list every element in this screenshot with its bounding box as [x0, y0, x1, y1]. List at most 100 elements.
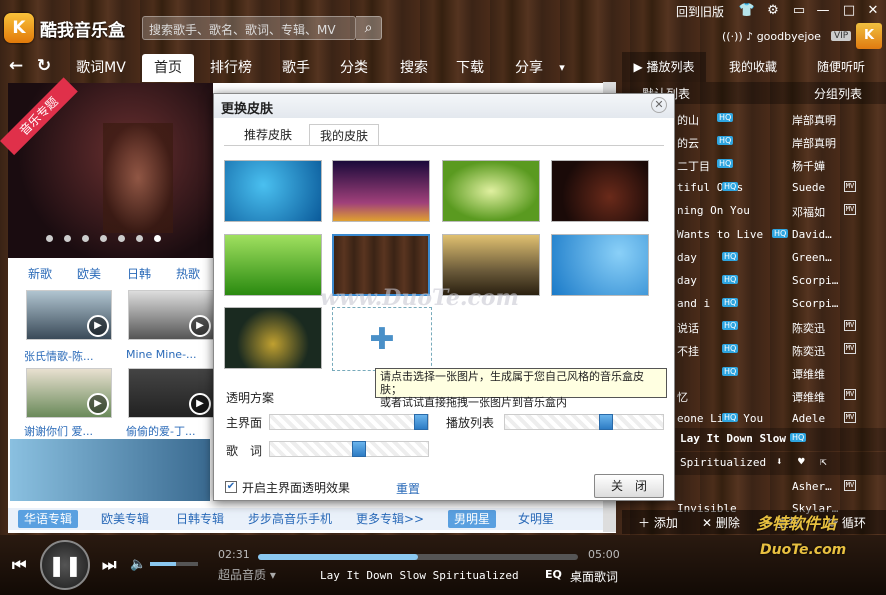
tab-bbk-phone[interactable]: 步步高音乐手机 — [242, 510, 338, 528]
skin-grass[interactable] — [224, 234, 322, 296]
skin-moon-sunset[interactable] — [332, 160, 430, 222]
tab-share[interactable]: 分享 — [506, 54, 552, 82]
previous-icon[interactable]: ⏮ — [12, 555, 26, 575]
share-icon[interactable]: ⇱ — [820, 455, 827, 468]
tab-lyrics-mv[interactable]: 歌词MV — [70, 54, 132, 82]
mv-icon[interactable]: MV — [844, 480, 856, 491]
mv-icon[interactable]: MV — [844, 204, 856, 216]
tab-playlist[interactable]: ▶ 播放列表 — [622, 52, 706, 82]
pause-button[interactable]: ❚❚ — [40, 540, 90, 590]
tab-singers[interactable]: 歌手 — [272, 54, 320, 82]
banner-image[interactable]: 音乐专题 — [0, 77, 213, 258]
tab-search[interactable]: 搜索 — [390, 54, 438, 82]
tab-download[interactable]: 下载 — [446, 54, 494, 82]
card-caption[interactable]: Mine Mine-... — [126, 348, 218, 361]
back-arrow-icon[interactable]: ← — [4, 52, 28, 80]
add-custom-skin-button[interactable]: ✚ — [332, 307, 432, 371]
tab-my-skins[interactable]: 我的皮肤 — [309, 124, 380, 146]
skin-green-leaf[interactable] — [442, 160, 540, 222]
card-caption[interactable]: 张氏情歌-陈... — [24, 348, 116, 364]
banner-dot-active[interactable] — [154, 235, 161, 242]
tab-jk-albums[interactable]: 日韩专辑 — [170, 510, 230, 528]
card-caption[interactable]: 谢谢你们 爱... — [24, 423, 116, 439]
heart-icon[interactable]: ♥ — [798, 455, 805, 468]
banner-dot[interactable] — [82, 235, 89, 242]
card-thumbnail[interactable]: ▶ — [26, 290, 112, 340]
tab-charts[interactable]: 排行榜 — [202, 54, 260, 82]
refresh-icon[interactable]: ↻ — [32, 52, 56, 80]
category-link[interactable]: 新歌 — [28, 265, 52, 282]
settings-gear-icon[interactable]: ⚙ — [764, 2, 782, 20]
tab-home[interactable]: 首页 — [142, 54, 194, 82]
more-albums-link[interactable]: 更多专辑>> — [350, 510, 430, 528]
banner-dot[interactable] — [118, 235, 125, 242]
avatar[interactable]: K — [856, 23, 882, 49]
skin-water-drops[interactable] — [551, 234, 649, 296]
tab-male-stars[interactable]: 男明星 — [448, 510, 497, 528]
banner-dot[interactable] — [46, 235, 53, 242]
category-link[interactable]: 欧美 — [77, 265, 101, 282]
transparency-checkbox-label[interactable]: 开启主界面透明效果 — [242, 479, 350, 496]
dialog-close-icon[interactable]: ✕ — [651, 97, 667, 113]
delete-button[interactable]: ✕ 删除 — [702, 514, 740, 531]
tab-western-albums[interactable]: 欧美专辑 — [95, 510, 155, 528]
card-thumbnail[interactable]: ▶ — [26, 368, 112, 418]
minimize-icon[interactable]: — — [814, 2, 832, 20]
playlist-opacity-slider[interactable] — [504, 414, 664, 430]
skin-dark-red[interactable] — [551, 160, 649, 222]
lyrics-opacity-slider[interactable] — [269, 441, 429, 457]
quality-selector[interactable]: 超品音质 ▾ — [218, 566, 276, 583]
card-thumbnail[interactable]: ▶ — [128, 290, 214, 340]
mv-icon[interactable]: MV — [844, 181, 856, 193]
nav-more-chevron-icon[interactable]: ▾ — [554, 54, 570, 82]
mv-icon[interactable]: MV — [844, 343, 856, 354]
tab-random-listen[interactable]: 随便听听 — [802, 52, 880, 82]
play-icon[interactable]: ▶ — [189, 315, 211, 337]
slider-knob[interactable] — [599, 414, 613, 430]
add-button[interactable]: ＋ 添加 — [638, 514, 678, 531]
close-button[interactable]: 关 闭 — [594, 474, 664, 498]
phone-ad-image[interactable] — [10, 439, 210, 501]
play-icon[interactable]: ▶ — [87, 315, 109, 337]
card-thumbnail[interactable]: ▶ — [128, 368, 214, 418]
next-icon[interactable]: ⏭ — [102, 555, 116, 575]
slider-knob[interactable] — [414, 414, 428, 430]
close-icon[interactable]: ✕ — [864, 2, 882, 20]
reset-link[interactable]: 重置 — [396, 480, 420, 497]
banner-dot[interactable] — [64, 235, 71, 242]
banner-dot[interactable] — [136, 235, 143, 242]
search-input[interactable]: 搜索歌手、歌名、歌词、专辑、MV — [142, 16, 356, 40]
slider-knob[interactable] — [352, 441, 366, 457]
back-to-old-version-link[interactable]: 回到旧版 — [676, 3, 724, 20]
volume-slider[interactable] — [150, 562, 198, 566]
desktop-lyrics-button[interactable]: 桌面歌词 — [570, 568, 618, 585]
play-icon[interactable]: ▶ — [189, 393, 211, 415]
tab-recommended-skins[interactable]: 推荐皮肤 — [234, 124, 302, 146]
maximize-icon[interactable]: □ — [840, 2, 858, 20]
mv-icon[interactable]: MV — [844, 389, 856, 401]
play-icon[interactable]: ▶ — [87, 393, 109, 415]
tab-chinese-albums[interactable]: 华语专辑 — [18, 510, 79, 528]
skin-bokeh[interactable] — [224, 307, 322, 369]
tab-favorites[interactable]: 我的收藏 — [714, 52, 792, 82]
mv-icon[interactable]: MV — [844, 319, 856, 331]
category-link[interactable]: 日韩 — [127, 265, 151, 282]
tab-female-stars[interactable]: 女明星 — [512, 510, 560, 528]
skin-shirt-icon[interactable]: 👕 — [738, 2, 756, 20]
mini-mode-icon[interactable]: ▭ — [790, 2, 808, 20]
tab-categories[interactable]: 分类 — [330, 54, 378, 82]
username[interactable]: ((·)) ♪ goodbyejoe — [722, 30, 821, 43]
eq-button[interactable]: EQ — [545, 568, 562, 581]
banner-dot[interactable] — [100, 235, 107, 242]
skin-snow-blue[interactable] — [224, 160, 322, 222]
volume-icon[interactable]: 🔈 — [130, 557, 146, 572]
main-ui-opacity-slider[interactable] — [269, 414, 429, 430]
group-list-label[interactable]: 分组列表 — [814, 85, 862, 102]
transparency-checkbox[interactable]: ✔ — [225, 481, 237, 493]
mv-icon[interactable]: MV — [844, 412, 856, 424]
progress-bar[interactable] — [258, 554, 578, 560]
download-icon[interactable]: ⬇ — [776, 455, 783, 468]
card-caption[interactable]: 偷偷的爱-丁... — [126, 423, 218, 439]
search-icon[interactable]: ⌕ — [356, 16, 382, 40]
category-link[interactable]: 热歌 — [176, 265, 200, 282]
